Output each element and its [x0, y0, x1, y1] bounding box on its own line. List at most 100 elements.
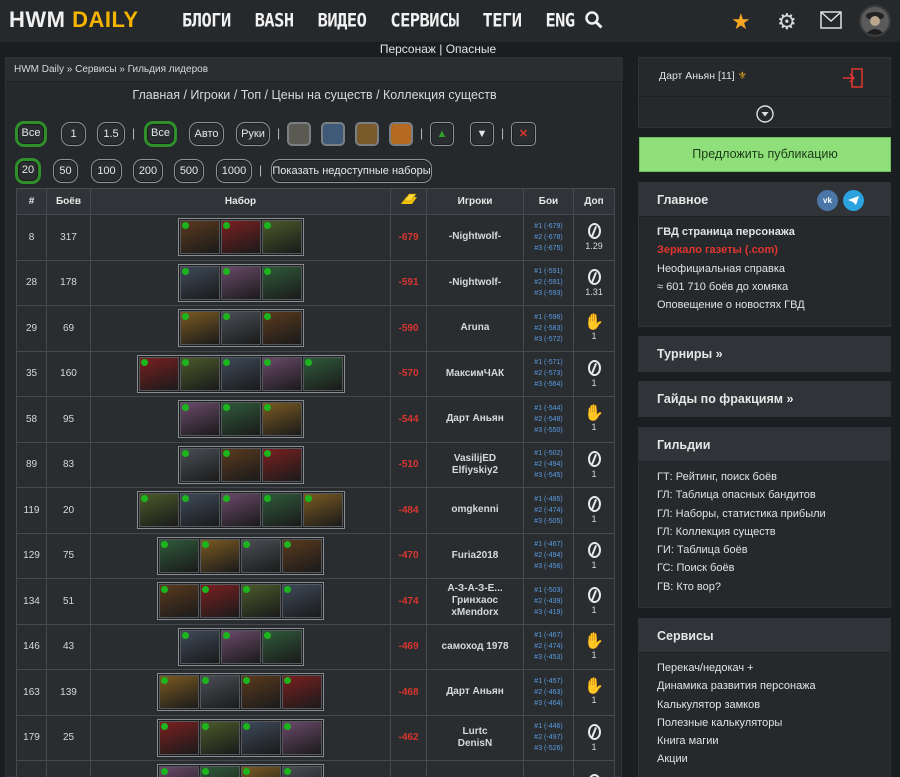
service-link[interactable]: Акции — [639, 750, 890, 768]
creature-portrait[interactable] — [220, 402, 261, 437]
table-row[interactable]: 8 317 -679 -Nightwolf- #1 (-679) #2 (-678) #3 … — [16, 214, 615, 261]
fight-link[interactable]: #2 (-497) — [525, 732, 573, 743]
page-size-50[interactable]: 50 — [53, 159, 78, 183]
guild-link[interactable]: ГИ: Таблица боёв — [639, 541, 890, 559]
fight-link[interactable]: #1 (-679) — [525, 221, 573, 232]
fight-link[interactable]: #3 (-545) — [525, 470, 573, 481]
creature-portrait[interactable] — [282, 720, 322, 755]
creature-portrait[interactable] — [138, 356, 179, 391]
creature-portrait[interactable] — [282, 675, 322, 710]
filter-coef-15-button[interactable]: 1.5 — [97, 122, 125, 146]
search-icon[interactable] — [585, 11, 603, 29]
creature-portrait[interactable] — [220, 493, 261, 528]
creature-set[interactable] — [177, 445, 304, 484]
table-row[interactable]: 29 69 -590 Aruna #1 (-596) #2 (-583) #3 (-572)… — [16, 305, 615, 352]
creature-set[interactable] — [136, 491, 345, 530]
creature-portrait[interactable] — [159, 584, 199, 619]
fight-link[interactable]: #2 (-583) — [525, 323, 573, 334]
link-news-notifications[interactable]: Оповещение о новостях ГВД — [639, 296, 890, 314]
player-name[interactable]: Elfiyskiy2 — [428, 465, 523, 477]
creature-set[interactable] — [157, 673, 324, 712]
col-players[interactable]: Игроки — [426, 188, 524, 215]
player-name[interactable]: Aruna — [428, 322, 523, 334]
player-name[interactable]: самоход 1978 — [428, 641, 523, 653]
logout-icon[interactable] — [842, 68, 864, 88]
table-row[interactable]: 89 83 -510 VasilijED Elfiyskiy2 #1 (-502) #2 (… — [16, 441, 615, 488]
table-row[interactable]: 35 160 -570 МаксимЧАК #1 (-571) #2 (-573) #3 (… — [16, 350, 615, 397]
player-name[interactable]: VasilijED — [428, 453, 523, 465]
creature-portrait[interactable] — [200, 538, 240, 573]
telegram-icon[interactable] — [843, 190, 864, 211]
creature-portrait[interactable] — [220, 447, 261, 482]
creature-set[interactable] — [177, 218, 304, 257]
creature-portrait[interactable] — [261, 493, 302, 528]
sort-down-button[interactable]: ▼ — [470, 122, 494, 146]
section-links[interactable]: Главная / Игроки / Топ / Цены на существ… — [6, 88, 623, 102]
player-name[interactable]: Furia2018 — [428, 550, 523, 562]
creature-portrait[interactable] — [282, 766, 322, 777]
fight-link[interactable]: #3 (-550) — [525, 425, 573, 436]
fight-link[interactable]: #3 (-464) — [525, 698, 573, 709]
creature-portrait[interactable] — [200, 584, 240, 619]
fight-link[interactable]: #2 (-474) — [525, 505, 573, 516]
faction-filter-barbarian[interactable] — [389, 122, 413, 146]
creature-portrait[interactable] — [138, 493, 179, 528]
fight-link[interactable]: #1 (-503) — [525, 585, 573, 596]
suggest-publication-button[interactable]: Предложить публикацию — [639, 137, 891, 172]
fight-link[interactable]: #3 (-505) — [525, 516, 573, 527]
creature-portrait[interactable] — [159, 720, 199, 755]
service-link[interactable]: Книга магии — [639, 732, 890, 750]
table-row[interactable]: 134 51 -474 А-З-А-З-Е... Гринхаос xMendorx #1 … — [16, 578, 615, 625]
filter-coef-1-button[interactable]: 1 — [61, 122, 86, 146]
creature-portrait[interactable] — [179, 629, 220, 664]
player-name[interactable]: omgkenni — [428, 504, 523, 516]
creature-portrait[interactable] — [220, 265, 261, 300]
expand-chevron-icon[interactable] — [756, 105, 774, 123]
fight-link[interactable]: #2 (-439) — [525, 596, 573, 607]
creature-portrait[interactable] — [220, 629, 261, 664]
table-row[interactable]: 119 20 -484 omgkenni #1 (-485) #2 (-474) #3 (-… — [16, 487, 615, 534]
page-size-200[interactable]: 200 — [133, 159, 163, 183]
player-name[interactable]: Дарт Аньян — [428, 686, 523, 698]
table-row[interactable]: 179 25 -462 Lurtc DenisN #1 (-446) #2 (-497) #3… — [16, 714, 615, 761]
creature-portrait[interactable] — [302, 493, 343, 528]
fight-link[interactable]: #3 (-453) — [525, 652, 573, 663]
creature-portrait[interactable] — [159, 766, 199, 777]
col-gold[interactable] — [390, 188, 427, 215]
fight-link[interactable]: #2 (-591) — [525, 277, 573, 288]
breadcrumb[interactable]: HWM Daily » Сервисы » Гильдия лидеров — [6, 58, 623, 82]
nav-bash[interactable]: BASH — [255, 10, 294, 32]
creature-portrait[interactable] — [261, 402, 302, 437]
creature-portrait[interactable] — [179, 311, 220, 346]
fight-link[interactable]: #2 (-474) — [525, 641, 573, 652]
fight-link[interactable]: #1 (-485) — [525, 494, 573, 505]
creature-portrait[interactable] — [179, 402, 220, 437]
vk-icon[interactable]: vk — [817, 190, 838, 211]
nav-blogs[interactable]: БЛОГИ — [182, 10, 231, 32]
fight-link[interactable]: #3 (-526) — [525, 743, 573, 754]
cell-set[interactable] — [90, 214, 391, 261]
page-size-500[interactable]: 500 — [174, 159, 204, 183]
fight-link[interactable]: #2 (-573) — [525, 368, 573, 379]
cell-set[interactable] — [90, 350, 391, 397]
cell-set[interactable] — [90, 259, 391, 306]
mail-icon[interactable] — [820, 11, 842, 29]
guild-link[interactable]: ГЛ: Наборы, статистика прибыли — [639, 505, 890, 523]
faction-filter-mage[interactable] — [321, 122, 345, 146]
creature-portrait[interactable] — [179, 356, 220, 391]
creature-portrait[interactable] — [261, 356, 302, 391]
filter-all-mode-button[interactable]: Все — [144, 121, 177, 147]
creature-portrait[interactable] — [179, 493, 220, 528]
creature-portrait[interactable] — [220, 311, 261, 346]
filter-all-coef-button[interactable]: Все — [15, 121, 47, 147]
link-mirror[interactable]: Зеркало газеты (.com) — [639, 241, 890, 259]
creature-portrait[interactable] — [261, 265, 302, 300]
fight-link[interactable]: #3 (-572) — [525, 334, 573, 345]
fight-link[interactable]: #2 (-678) — [525, 232, 573, 243]
fight-link[interactable]: #1 (-446) — [525, 721, 573, 732]
fight-link[interactable]: #3 (-564) — [525, 379, 573, 390]
reset-filters-button[interactable]: ✕ — [511, 122, 536, 146]
nav-tags[interactable]: ТЕГИ — [482, 10, 521, 32]
creature-portrait[interactable] — [200, 675, 240, 710]
show-unavailable-sets-button[interactable]: Показать недоступные наборы — [271, 159, 432, 183]
